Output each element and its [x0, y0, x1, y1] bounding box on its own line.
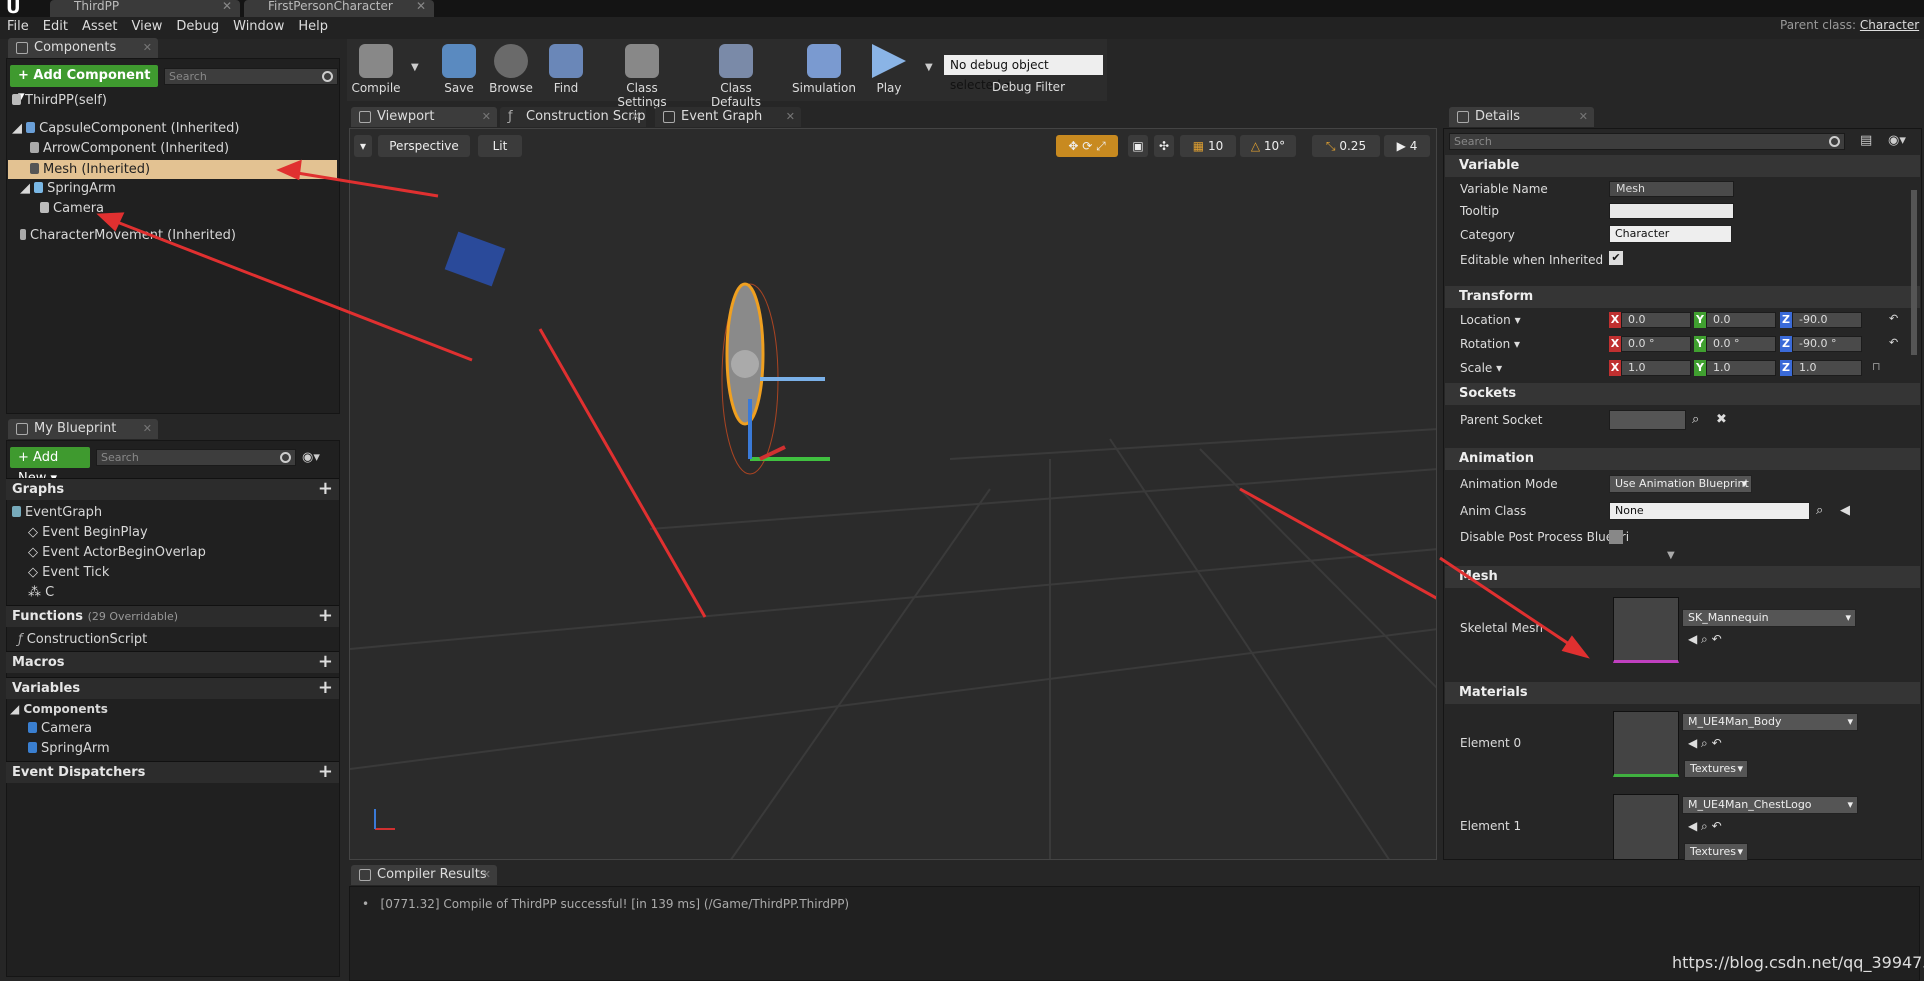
watermark: https://blog.csdn.net/qq_39947564	[1672, 953, 1924, 972]
annotation-overlay	[96, 159, 1590, 659]
